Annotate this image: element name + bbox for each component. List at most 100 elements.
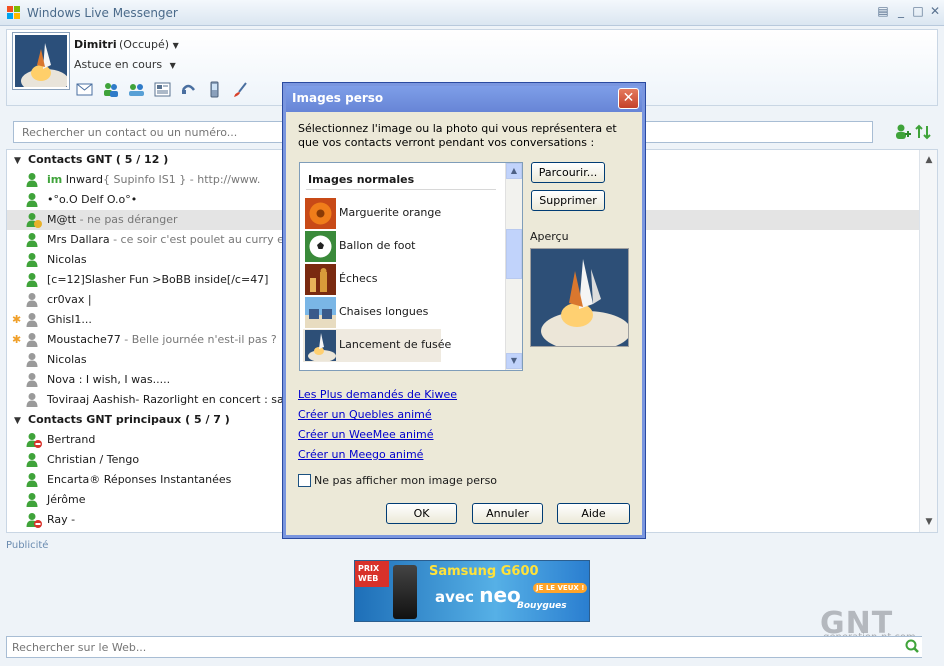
- contact-text: Nicolas: [47, 350, 87, 370]
- profile-status[interactable]: (Occupé) ▼: [119, 38, 179, 51]
- picture-item[interactable]: Chaises longues: [303, 296, 441, 329]
- link-weemee[interactable]: Créer un WeeMee animé: [298, 428, 434, 441]
- buddy-status-icon: [26, 272, 42, 288]
- contact-name: Jérôme: [47, 493, 86, 506]
- mail-icon[interactable]: [76, 81, 93, 98]
- buddy-status-icon: [26, 172, 42, 188]
- ad-brand: Bouygues: [517, 601, 567, 611]
- call-icon[interactable]: [180, 81, 197, 98]
- chevron-down-icon: ▼: [169, 61, 176, 70]
- contact-name: •°o.O Delf O.o°•: [47, 193, 138, 206]
- contact-name: Moustache77: [47, 333, 121, 346]
- group-label: Contacts GNT principaux ( 5 / 7 ): [28, 413, 230, 426]
- preview-image: [530, 248, 629, 347]
- buddy-status-icon: [26, 372, 42, 388]
- images-perso-dialog: Images perso ✕ Sélectionnez l'image ou l…: [283, 83, 645, 538]
- contact-name: Bertrand: [47, 433, 96, 446]
- contact-name: M@tt: [47, 213, 77, 226]
- contact-name: Christian / Tengo: [47, 453, 140, 466]
- picture-label: Chaises longues: [339, 305, 429, 318]
- avatar[interactable]: [13, 33, 69, 89]
- link-quebles[interactable]: Créer un Quebles animé: [298, 408, 432, 421]
- contact-text: Ghisl1...: [47, 310, 92, 330]
- scroll-up-icon[interactable]: ▲: [506, 163, 522, 179]
- personal-message-text: Astuce en cours: [74, 58, 163, 71]
- buddy-status-icon: [26, 292, 42, 308]
- hide-picture-checkbox[interactable]: [298, 474, 311, 487]
- add-contact-icon[interactable]: [894, 123, 912, 141]
- link-meego[interactable]: Créer un Meego animé: [298, 448, 423, 461]
- new-star-icon: ✱: [12, 313, 22, 326]
- rocket-thumb: [305, 330, 336, 361]
- dialog-title: Images perso: [286, 86, 642, 112]
- collapse-icon: ▼: [14, 416, 21, 426]
- scroll-down-icon[interactable]: ▼: [920, 514, 937, 530]
- help-button[interactable]: Aide: [557, 503, 630, 524]
- im-icon: im: [47, 173, 63, 186]
- buddy-status-icon: [26, 352, 42, 368]
- contact-text: Nicolas: [47, 250, 87, 270]
- scroll-up-icon[interactable]: ▲: [920, 152, 937, 168]
- scroll-down-icon[interactable]: ▼: [506, 353, 522, 369]
- menu-icon[interactable]: ▤: [876, 4, 890, 18]
- contact-text: Bertrand: [47, 430, 95, 450]
- dialog-close-button[interactable]: ✕: [618, 88, 639, 109]
- picture-item[interactable]: Marguerite orange: [303, 197, 441, 230]
- picture-item[interactable]: Ballon de foot: [303, 230, 441, 263]
- listbox-scrollbar[interactable]: ▲ ▼: [505, 163, 522, 370]
- buddy-status-icon: [26, 492, 42, 508]
- collapse-icon: ▼: [14, 156, 21, 166]
- close-button[interactable]: ✕: [928, 4, 942, 18]
- buddy-status-icon: [26, 332, 42, 348]
- maximize-button[interactable]: □: [911, 4, 925, 18]
- chevron-down-icon: ▼: [172, 41, 179, 50]
- personal-message[interactable]: Astuce en cours ▼: [74, 58, 176, 71]
- buddy-status-icon: [26, 212, 42, 228]
- picture-item[interactable]: Lancement de fusée: [303, 329, 451, 362]
- hide-picture-label[interactable]: Ne pas afficher mon image perso: [314, 474, 497, 487]
- contacts-icon[interactable]: [102, 81, 119, 98]
- phone-image: [393, 565, 417, 619]
- buddy-status-icon: [26, 232, 42, 248]
- browse-button[interactable]: Parcourir...: [531, 162, 605, 183]
- scroll-thumb[interactable]: [506, 229, 522, 279]
- buddy-status-icon: [26, 472, 42, 488]
- picture-item[interactable]: Échecs: [303, 263, 441, 296]
- contact-text: Ray -: [47, 510, 75, 530]
- link-kiwee[interactable]: Les Plus demandés de Kiwee: [298, 388, 457, 401]
- mobile-icon[interactable]: [206, 81, 223, 98]
- contact-name: cr0vax |: [47, 293, 92, 306]
- search-icon[interactable]: [902, 637, 922, 657]
- picture-label: Lancement de fusée: [339, 338, 452, 351]
- ad-badge: PRIX WEB: [355, 561, 389, 587]
- groups-icon[interactable]: [128, 81, 145, 98]
- contact-name: Toviraaj Aashish- Razorlight en concert …: [47, 393, 314, 406]
- buddy-status-icon: [26, 452, 42, 468]
- buddy-status-icon: [26, 432, 42, 448]
- delete-button[interactable]: Supprimer: [531, 190, 605, 211]
- sort-icon[interactable]: [914, 123, 932, 141]
- ad-slogan: JE LE VEUX !: [533, 583, 588, 593]
- ok-button[interactable]: OK: [386, 503, 457, 524]
- buddy-status-icon: [26, 512, 42, 528]
- title-bar: Windows Live Messenger ▤ _ □ ✕: [0, 0, 944, 26]
- windows-logo-icon: [7, 6, 20, 19]
- status-text: (Occupé): [119, 38, 170, 51]
- minimize-button[interactable]: _: [894, 4, 908, 18]
- buddy-status-icon: [26, 312, 42, 328]
- window-title: Windows Live Messenger: [27, 6, 178, 20]
- news-icon[interactable]: [154, 81, 171, 98]
- picture-listbox[interactable]: Images normales Marguerite orange Ballon …: [299, 162, 523, 371]
- picture-label: Marguerite orange: [339, 206, 442, 219]
- profile-name[interactable]: Dimitri: [74, 38, 117, 51]
- brush-icon[interactable]: [232, 81, 249, 98]
- contact-list-scrollbar[interactable]: ▲ ▼: [919, 150, 937, 532]
- daisy-thumb: [305, 198, 336, 229]
- web-search-input[interactable]: [6, 636, 922, 658]
- contact-name: Nicolas: [47, 353, 87, 366]
- football-thumb: [305, 231, 336, 262]
- picture-label: Ballon de foot: [339, 239, 416, 252]
- cancel-button[interactable]: Annuler: [472, 503, 543, 524]
- advertisement-banner[interactable]: PRIX WEB Samsung G600 avec neo JE LE VEU…: [354, 560, 590, 622]
- group-label: Contacts GNT ( 5 / 12 ): [28, 153, 169, 166]
